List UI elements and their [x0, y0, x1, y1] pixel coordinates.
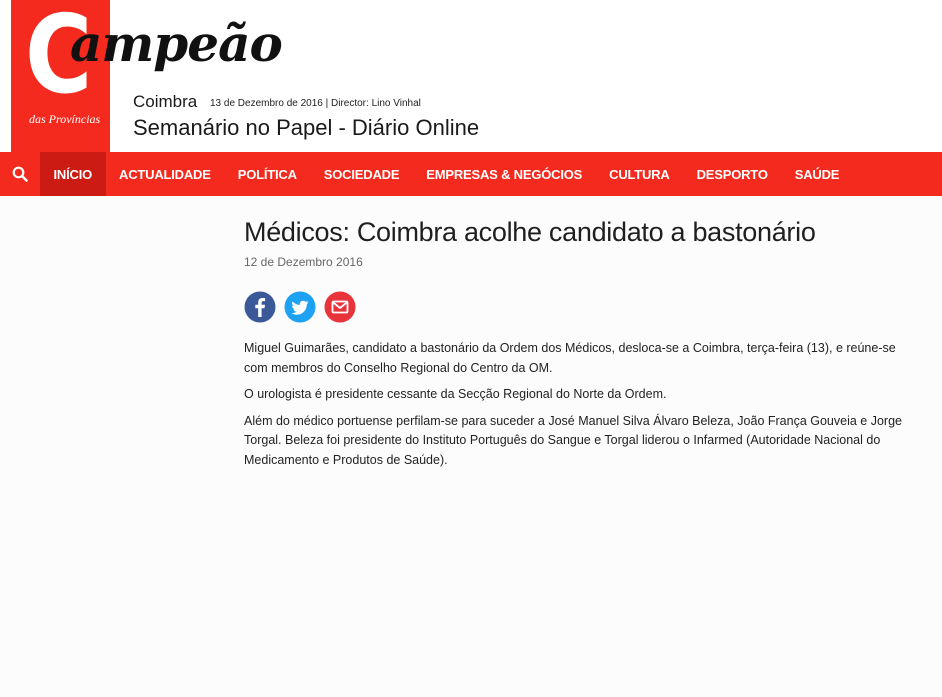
site-tagline: Semanário no Papel - Diário Online — [133, 115, 480, 140]
site-header: C das Províncias ampeão Coimbra 13 de De… — [0, 0, 942, 152]
nav-item-desporto[interactable]: DESPORTO — [683, 152, 781, 196]
article-body: Miguel Guimarães, candidato a bastonário… — [244, 339, 916, 470]
article-paragraph: O urologista é presidente cessante da Se… — [244, 387, 667, 401]
facebook-share-button[interactable] — [244, 291, 276, 323]
nav-item-empresas-negocios[interactable]: EMPRESAS & NEGÓCIOS — [413, 152, 596, 196]
email-icon — [324, 291, 356, 323]
logo-wordmark[interactable]: ampeão — [70, 12, 283, 76]
issue-info: 13 de Dezembro de 2016 | Director: Lino … — [210, 98, 421, 109]
search-button[interactable] — [0, 152, 40, 196]
nav-item-sociedade[interactable]: SOCIEDADE — [310, 152, 413, 196]
article-date: 12 de Dezembro 2016 — [244, 255, 363, 269]
article-title: Médicos: Coimbra acolhe candidato a bast… — [244, 217, 816, 247]
logo-subtitle: das Províncias — [29, 112, 101, 126]
article-paragraph: Miguel Guimarães, candidato a bastonário… — [244, 341, 896, 375]
nav-item-saude[interactable]: SAÚDE — [781, 152, 853, 196]
nav-item-politica[interactable]: POLÍTICA — [224, 152, 310, 196]
share-buttons — [244, 291, 916, 323]
article-paragraph: Além do médico portuense perfilam-se par… — [244, 413, 902, 467]
search-icon — [12, 166, 28, 182]
main-nav: INÍCIO ACTUALIDADE POLÍTICA SOCIEDADE EM… — [0, 152, 942, 196]
twitter-share-button[interactable] — [284, 291, 316, 323]
facebook-icon — [244, 291, 276, 323]
article: Médicos: Coimbra acolhe candidato a bast… — [244, 212, 916, 477]
twitter-icon — [284, 291, 316, 323]
header-city: Coimbra — [133, 92, 198, 111]
email-share-button[interactable] — [324, 291, 356, 323]
nav-item-actualidade[interactable]: ACTUALIDADE — [106, 152, 225, 196]
nav-item-cultura[interactable]: CULTURA — [596, 152, 683, 196]
nav-item-inicio[interactable]: INÍCIO — [40, 152, 106, 196]
